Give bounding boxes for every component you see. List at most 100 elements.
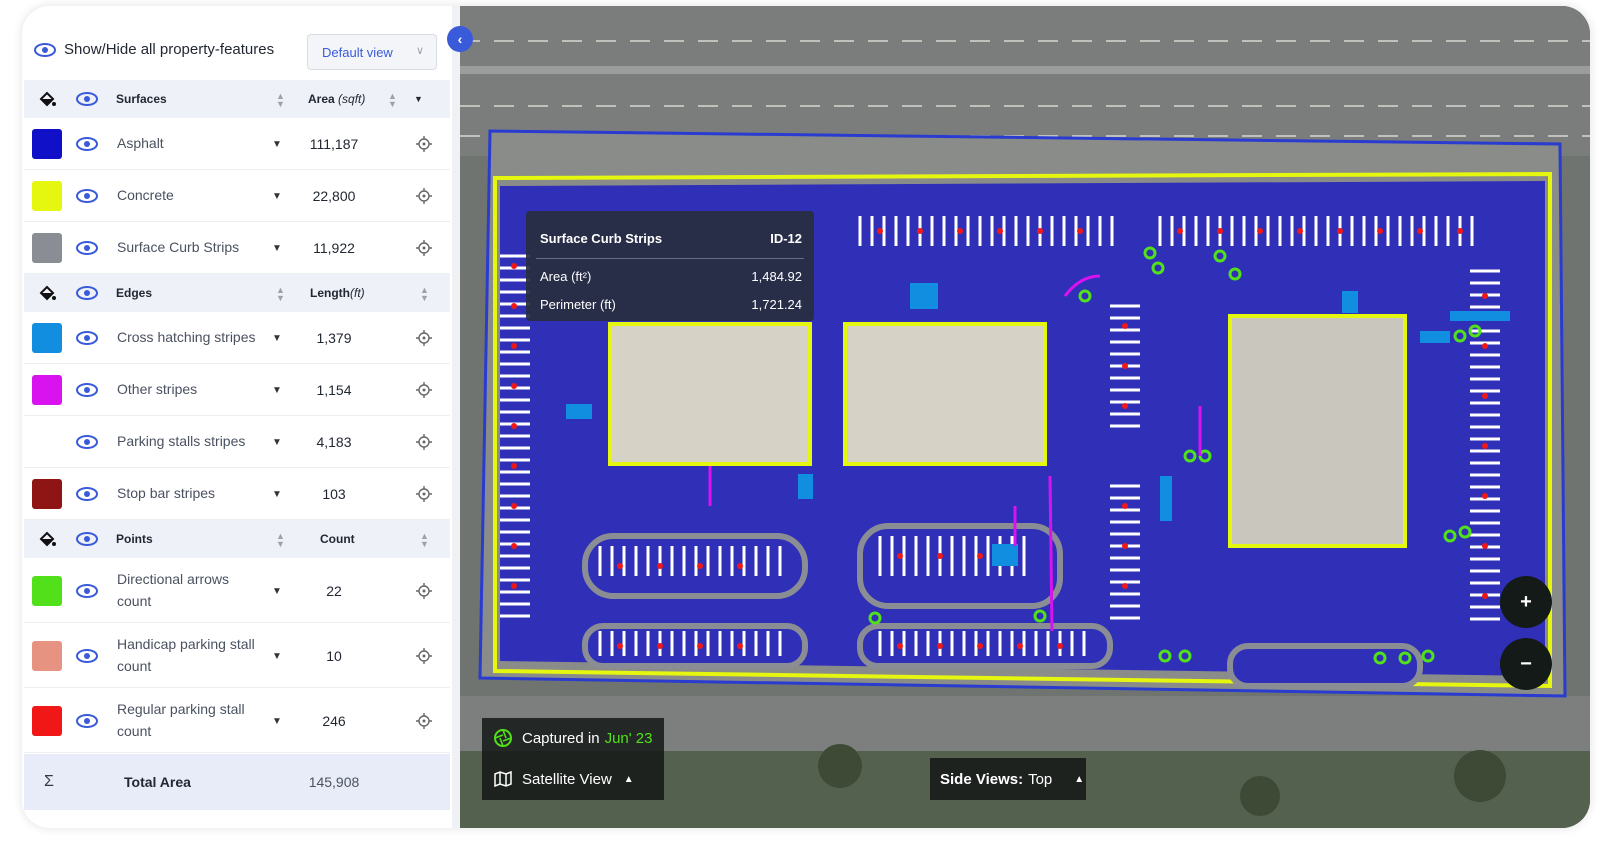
map-type-selector[interactable]: Satellite View ▲ [482,758,664,800]
caret-down-icon[interactable]: ▼ [272,191,282,202]
list-item[interactable]: Handicap parking stall count ▼ 10 [24,623,450,688]
tooltip-perimeter-label: Perimeter (ft) [540,297,616,312]
property-features-panel: Show/Hide all property-features Default … [22,6,452,828]
caret-down-icon[interactable]: ▼ [272,385,282,396]
surfaces-header-label: Surfaces [116,92,167,106]
feature-label: Stop bar stripes [117,485,216,501]
eye-icon[interactable] [76,649,98,663]
color-swatch[interactable] [32,706,62,736]
color-swatch[interactable] [32,375,62,405]
caret-down-icon[interactable]: ▼ [272,333,282,344]
sort-icon[interactable]: ▲ ▼ [420,286,429,303]
color-swatch[interactable] [32,641,62,671]
eye-icon[interactable] [76,92,98,106]
map-icon [494,771,512,787]
collapse-panel-button[interactable]: ‹ [447,26,473,52]
locate-icon[interactable] [416,713,432,729]
eye-icon[interactable] [76,137,98,151]
satellite-map[interactable]: Surface Curb Strips ID-12 Area (ft²) 1,4… [460,6,1590,828]
side-views-label: Side Views: [940,770,1024,788]
show-hide-all-toggle[interactable]: Show/Hide all property-features [34,41,274,58]
caret-down-icon[interactable]: ▼ [272,651,282,662]
color-swatch[interactable] [32,479,62,509]
side-views-value: Top [1028,770,1053,788]
caret-down-icon[interactable]: ▼ [272,489,282,500]
caret-down-icon[interactable]: ▼ [272,437,282,448]
color-swatch[interactable] [32,129,62,159]
side-views-selector[interactable]: Side Views: Top ▲ [930,758,1086,800]
color-swatch[interactable] [32,323,62,353]
view-select[interactable]: Default view ∨ [307,34,437,70]
feature-label: Handicap parking stall count [117,636,255,674]
locate-icon[interactable] [416,648,432,664]
locate-icon[interactable] [416,240,432,256]
locate-icon[interactable] [416,486,432,502]
sigma-icon: Σ [44,773,54,790]
map-canvas[interactable] [460,6,1590,828]
zoom-out-button[interactable]: − [1500,638,1552,690]
eye-icon[interactable] [76,189,98,203]
color-swatch[interactable] [32,576,62,606]
sort-icon[interactable]: ▲ ▼ [276,286,285,303]
eye-icon[interactable] [76,435,98,449]
aperture-icon [494,729,512,747]
zoom-in-button[interactable]: + [1500,576,1552,628]
eye-icon[interactable] [76,487,98,501]
eye-icon[interactable] [76,383,98,397]
feature-value: 246 [322,713,346,729]
tooltip-divider [536,258,804,259]
paint-bucket-icon [39,285,56,301]
locate-icon[interactable] [416,583,432,599]
tooltip-perimeter-value: 1,721.24 [751,297,802,312]
caret-up-icon: ▲ [623,773,634,785]
total-area-row: Σ Total Area 145,908 [24,754,450,810]
locate-icon[interactable] [416,434,432,450]
list-item[interactable]: Stop bar stripes ▼ 103 [24,468,450,520]
sort-icon[interactable]: ▲ ▼ [420,532,429,549]
list-item[interactable]: Asphalt ▼ 111,187 [24,118,450,170]
feature-label: Other stripes [117,381,198,397]
eye-icon[interactable] [76,532,98,546]
caret-down-icon[interactable]: ▼ [414,94,423,104]
captured-date: Jun' 23 [604,729,653,747]
sort-icon[interactable]: ▲ ▼ [276,92,285,109]
list-item[interactable]: Concrete ▼ 22,800 [24,170,450,222]
feature-value: 1,154 [316,382,352,398]
total-label: Total Area [124,774,191,790]
locate-icon[interactable] [416,188,432,204]
locate-icon[interactable] [416,136,432,152]
eye-icon[interactable] [76,714,98,728]
list-item[interactable]: Directional arrows count ▼ 22 [24,558,450,623]
caret-down-icon[interactable]: ▼ [272,139,282,150]
list-item[interactable]: Other stripes ▼ 1,154 [24,364,450,416]
locate-icon[interactable] [416,330,432,346]
panel-divider[interactable] [452,6,460,828]
caret-down-icon[interactable]: ▼ [272,586,282,597]
eye-icon[interactable] [76,331,98,345]
list-item[interactable]: Regular parking stall count ▼ 246 [24,688,450,753]
feature-label: Regular parking stall count [117,701,245,739]
surfaces-header: Surfaces ▲ ▼ Area (sqft) ▲ ▼ ▼ [24,80,450,118]
show-hide-label: Show/Hide all property-features [64,41,275,58]
sort-icon[interactable]: ▲ ▼ [276,532,285,549]
feature-tooltip: Surface Curb Strips ID-12 Area (ft²) 1,4… [526,211,814,321]
list-item[interactable]: Cross hatching stripes ▼ 1,379 [24,312,450,364]
eye-icon[interactable] [76,584,98,598]
eye-icon[interactable] [76,241,98,255]
chevron-left-icon: ‹ [457,31,463,47]
tooltip-id: ID-12 [770,231,802,246]
locate-icon[interactable] [416,382,432,398]
caret-down-icon[interactable]: ▼ [272,716,282,727]
feature-label: Directional arrows count [117,571,230,609]
paint-bucket-icon [39,91,56,107]
eye-icon[interactable] [76,286,98,300]
color-swatch[interactable] [32,181,62,211]
list-item[interactable]: Parking stalls stripes ▼ 4,183 [24,416,450,468]
color-swatch[interactable] [32,233,62,263]
edges-metric: Length(ft) [310,286,365,300]
app-frame: Show/Hide all property-features Default … [22,6,1590,828]
caret-down-icon[interactable]: ▼ [272,243,282,254]
list-item[interactable]: Surface Curb Strips ▼ 11,922 [24,222,450,274]
paint-bucket-icon [39,531,56,547]
sort-icon[interactable]: ▲ ▼ [388,92,397,109]
